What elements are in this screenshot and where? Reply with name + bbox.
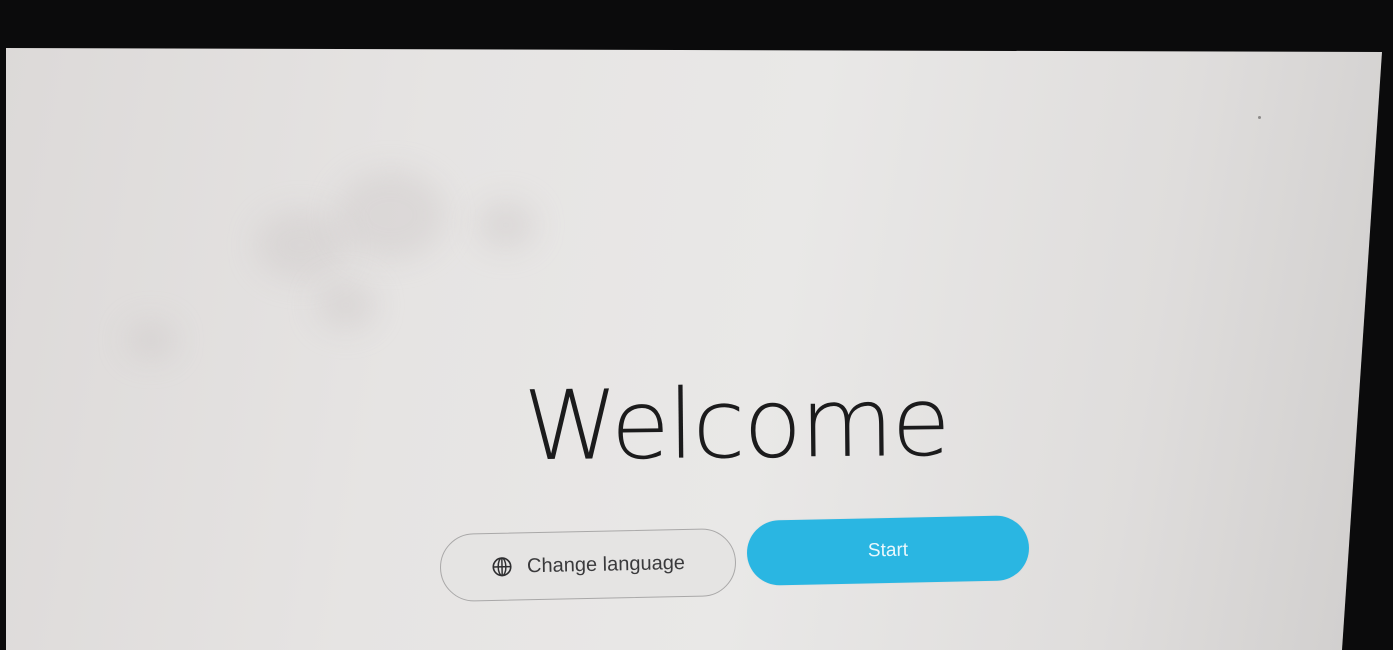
- welcome-screen: Welcome Change language Start: [6, 48, 1382, 650]
- action-buttons: Change language Start: [6, 48, 1382, 650]
- start-label: Start: [867, 539, 909, 561]
- globe-icon: [492, 557, 512, 577]
- change-language-button[interactable]: Change language: [439, 527, 737, 603]
- start-button[interactable]: Start: [746, 515, 1030, 586]
- change-language-label: Change language: [526, 551, 686, 577]
